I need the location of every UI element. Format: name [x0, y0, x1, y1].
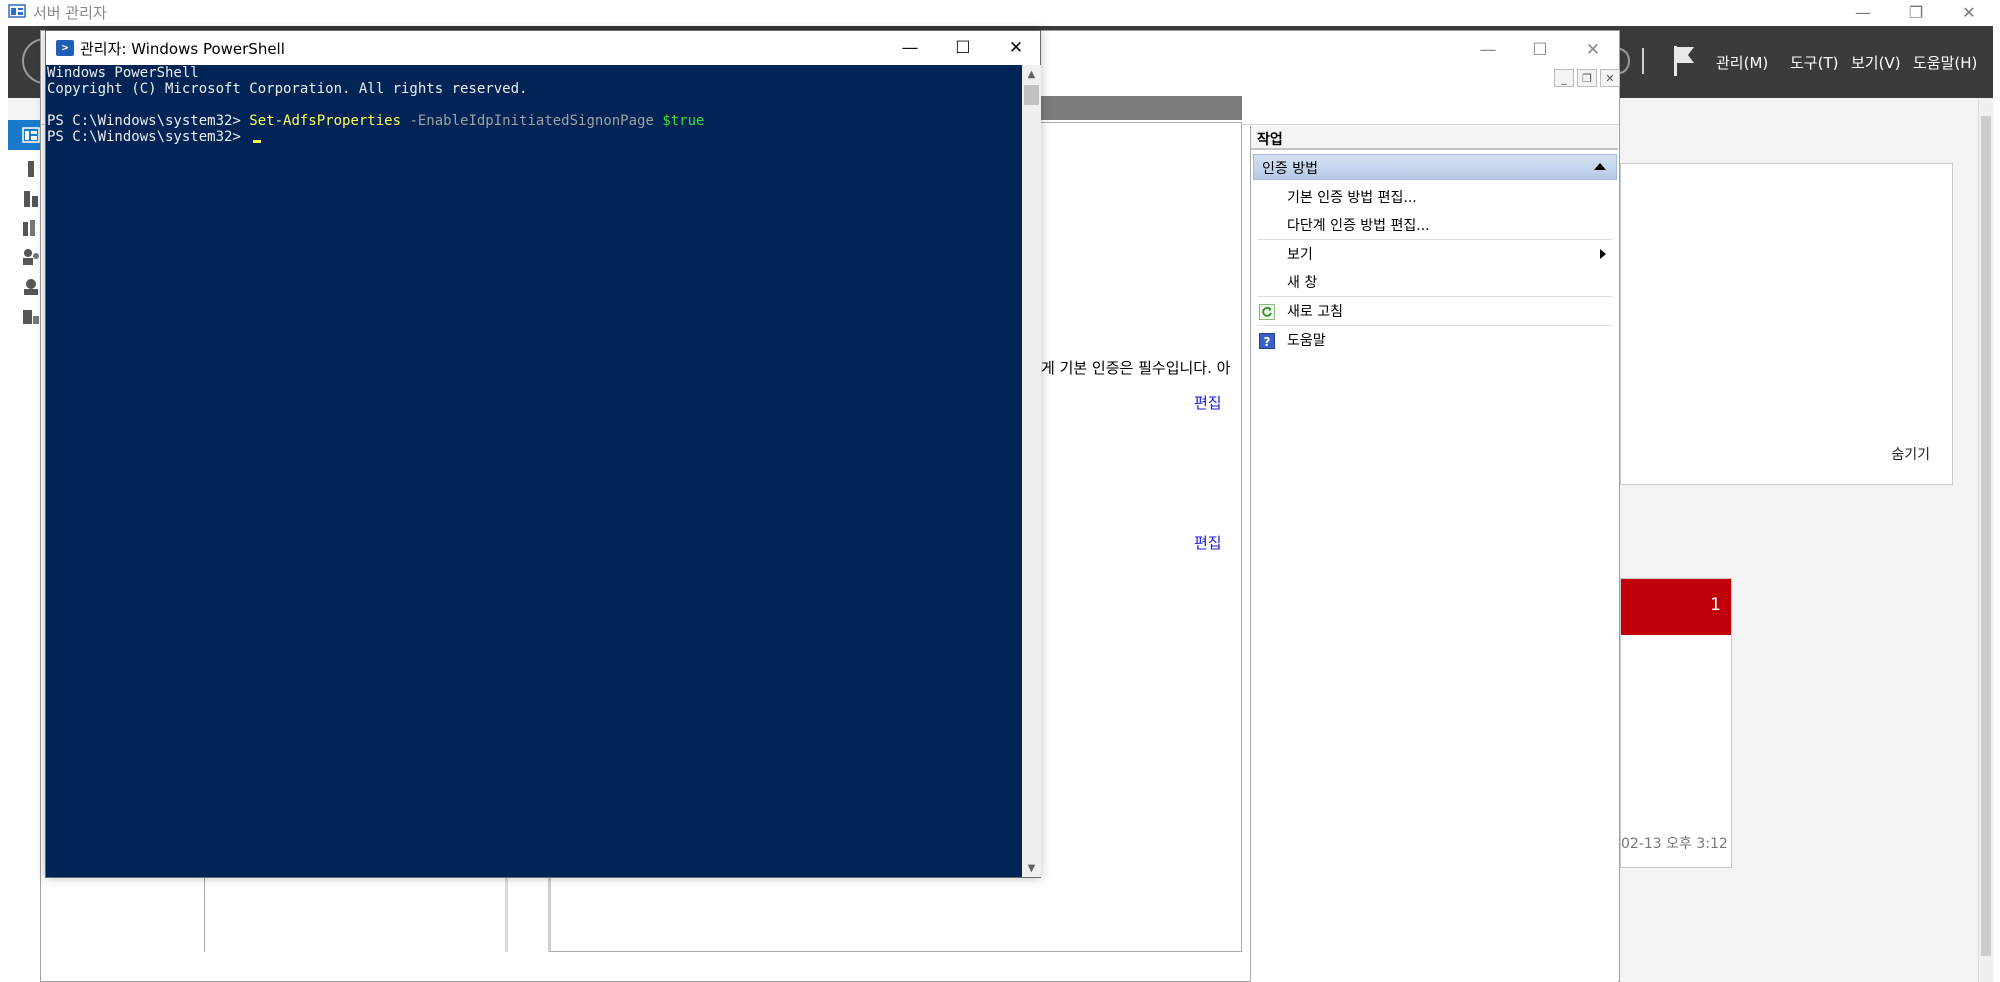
edit-link-multifactor[interactable]: 편집: [1194, 532, 1222, 553]
server-manager-titlebar: 서버 관리자 — ❐ ✕: [0, 0, 2000, 24]
console-output[interactable]: Windows PowerShell Copyright (C) Microso…: [46, 65, 1022, 877]
action-edit-primary-auth[interactable]: 기본 인증 방법 편집...: [1287, 187, 1417, 207]
menu-view[interactable]: 보기(V): [1851, 52, 1901, 73]
mdi-minimize-button[interactable]: _: [1554, 69, 1574, 87]
console-line: Windows PowerShell: [47, 65, 199, 81]
prompt: PS C:\Windows\system32>: [47, 113, 250, 129]
tile-header: 1: [1621, 579, 1731, 635]
actions-divider: [1257, 296, 1613, 297]
server-manager-scrollbar[interactable]: [1978, 98, 1993, 982]
close-button[interactable]: ✕: [1567, 31, 1619, 69]
scroll-up-arrow-icon[interactable]: ▲: [1022, 65, 1041, 83]
cmdlet-parameter: -EnableIdpInitiatedSignonPage: [409, 113, 654, 129]
restore-button[interactable]: ❐: [1893, 0, 1939, 24]
edit-link-primary[interactable]: 편집: [1194, 392, 1222, 413]
tile-timestamp: 02-13 오후 3:12: [1621, 836, 1728, 852]
maximize-button[interactable]: ☐: [937, 31, 989, 65]
all-servers-icon[interactable]: [22, 190, 40, 208]
close-button[interactable]: ✕: [990, 31, 1042, 65]
actions-header: 작업: [1251, 126, 1618, 150]
close-button[interactable]: ✕: [1946, 0, 1992, 24]
refresh-icon: [1259, 304, 1275, 320]
users-icon[interactable]: [22, 248, 40, 266]
prompt: PS C:\Windows\system32>: [47, 129, 250, 145]
action-help[interactable]: 도움말: [1287, 330, 1326, 350]
action-new-window[interactable]: 새 창: [1287, 272, 1317, 292]
mdi-close-button[interactable]: ✕: [1600, 69, 1620, 87]
submenu-arrow-icon: [1600, 249, 1606, 259]
collapse-caret-icon[interactable]: [1594, 163, 1606, 170]
mdi-restore-button[interactable]: ❐: [1577, 69, 1597, 87]
minimize-button[interactable]: —: [1462, 31, 1514, 69]
tile-count: 1: [1710, 595, 1721, 615]
scrollbar-thumb[interactable]: [1024, 85, 1039, 105]
minimize-button[interactable]: —: [1840, 0, 1886, 24]
console-line: Copyright (C) Microsoft Corporation. All…: [47, 81, 528, 97]
scroll-down-arrow-icon[interactable]: ▼: [1022, 859, 1041, 877]
role-tile[interactable]: 1 02-13 오후 3:12: [1620, 578, 1732, 868]
action-view[interactable]: 보기: [1287, 244, 1313, 264]
adfs-icon[interactable]: [22, 278, 40, 296]
scrollbar-thumb[interactable]: [1981, 116, 1991, 956]
text-cursor: [253, 140, 262, 143]
file-storage-icon[interactable]: [22, 219, 40, 237]
actions-divider: [1257, 325, 1613, 326]
server-manager-title: 서버 관리자: [33, 4, 107, 22]
command-line: PS C:\Windows\system32> Set-AdfsProperti…: [47, 113, 1022, 129]
action-edit-mfa[interactable]: 다단계 인증 방법 편집...: [1287, 215, 1430, 235]
header-separator: [1642, 48, 1644, 74]
svg-text:?: ?: [1264, 335, 1271, 349]
actions-group-label: 인증 방법: [1262, 161, 1318, 177]
help-icon: ?: [1259, 333, 1275, 349]
hide-link[interactable]: 숨기기: [1891, 444, 1930, 464]
iis-icon[interactable]: [22, 308, 40, 326]
powershell-titlebar[interactable]: > 관리자: Windows PowerShell — ☐ ✕: [46, 31, 1040, 65]
actions-pane: 작업 인증 방법 기본 인증 방법 편집... 다단계 인증 방법 편집... …: [1250, 126, 1618, 982]
powershell-icon: >: [56, 40, 74, 56]
local-server-icon[interactable]: [22, 160, 40, 178]
dashboard-icon: [22, 127, 40, 143]
maximize-button[interactable]: ☐: [1514, 31, 1566, 69]
server-manager-app-icon: [8, 4, 26, 18]
minimize-button[interactable]: —: [884, 31, 936, 65]
action-refresh[interactable]: 새로 고침: [1287, 301, 1343, 321]
cmdlet-value: $true: [662, 113, 705, 129]
current-prompt-line[interactable]: PS C:\Windows\system32>: [47, 129, 1022, 145]
menu-manage[interactable]: 관리(M): [1716, 52, 1768, 73]
welcome-panel: 숨기기: [1620, 163, 1953, 485]
cmdlet-name: Set-AdfsProperties: [249, 113, 402, 129]
actions-divider: [1257, 239, 1613, 240]
authentication-description: 게 기본 인증은 필수입니다. 아: [1041, 359, 1231, 377]
notification-flag-icon[interactable]: [1672, 44, 1696, 78]
powershell-title: 관리자: Windows PowerShell: [80, 40, 285, 58]
powershell-window: > 관리자: Windows PowerShell — ☐ ✕ Windows …: [45, 30, 1041, 878]
menu-help[interactable]: 도움말(H): [1913, 52, 1977, 73]
console-scrollbar[interactable]: ▲ ▼: [1022, 65, 1041, 877]
menu-tools[interactable]: 도구(T): [1790, 52, 1838, 73]
actions-group-authentication-methods[interactable]: 인증 방법: [1253, 154, 1617, 180]
